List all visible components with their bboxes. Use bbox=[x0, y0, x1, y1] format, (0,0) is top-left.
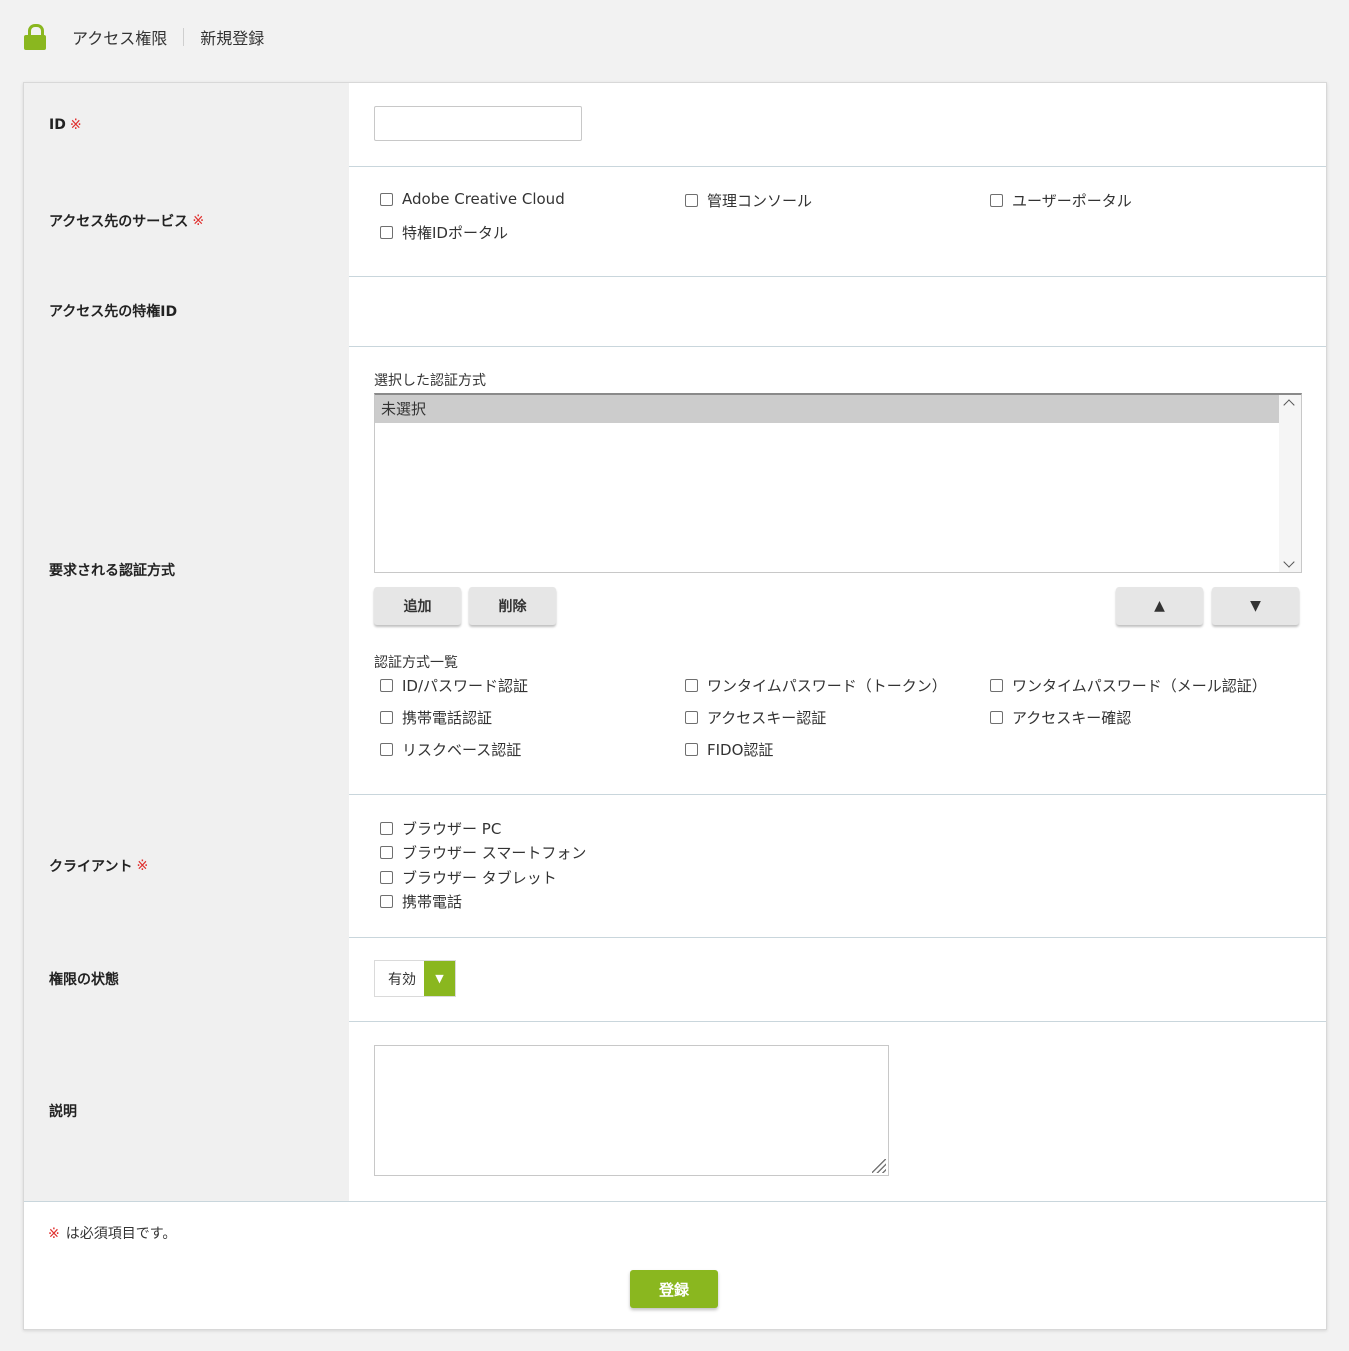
required-note: ※ は必須項目です。 bbox=[48, 1223, 176, 1243]
list-item[interactable]: 未選択 bbox=[375, 395, 1279, 423]
auth-checkbox-access-key-confirm[interactable]: アクセスキー確認 bbox=[990, 707, 1131, 728]
move-down-button[interactable]: ▼ bbox=[1212, 587, 1299, 625]
checkbox-label: ユーザーポータル bbox=[1012, 192, 1132, 210]
row-id: ID ※ bbox=[24, 83, 1326, 167]
resize-handle-icon[interactable] bbox=[872, 1159, 886, 1173]
required-mark: ※ bbox=[69, 116, 82, 133]
required-mark: ※ bbox=[192, 213, 205, 229]
service-checkbox-privileged-portal[interactable]: 特権IDポータル bbox=[380, 222, 508, 243]
checkbox[interactable] bbox=[685, 679, 698, 692]
auth-checkbox-id-password[interactable]: ID/パスワード認証 bbox=[380, 675, 528, 696]
row-description: 説明 bbox=[24, 1021, 1326, 1202]
checkbox-label: 管理コンソール bbox=[707, 192, 813, 210]
checkbox-label: FIDO認証 bbox=[707, 741, 774, 759]
services-label: アクセス先のサービス bbox=[49, 214, 189, 230]
checkbox[interactable] bbox=[380, 711, 393, 724]
auth-label: 要求される認証方式 bbox=[49, 563, 175, 579]
checkbox[interactable] bbox=[990, 711, 1003, 724]
auth-checkbox-risk-based[interactable]: リスクベース認証 bbox=[380, 739, 521, 760]
move-up-button[interactable]: ▲ bbox=[1116, 587, 1203, 625]
checkbox[interactable] bbox=[380, 743, 393, 756]
required-mark: ※ bbox=[136, 857, 149, 874]
required-mark: ※ bbox=[48, 1226, 60, 1242]
checkbox-label: ブラウザー スマートフォン bbox=[402, 844, 587, 862]
row-label: ID ※ bbox=[24, 83, 349, 166]
registration-form: ID ※ アクセス先のサービス ※ Adobe Creative Cloud 管… bbox=[23, 82, 1327, 1330]
status-select[interactable]: 有効 ▼ bbox=[374, 960, 456, 997]
status-label: 権限の状態 bbox=[49, 972, 119, 988]
checkbox-label: 携帯電話 bbox=[402, 893, 463, 911]
checkbox-label: ブラウザー PC bbox=[402, 820, 502, 838]
lock-icon bbox=[24, 24, 46, 50]
auth-list-label: 認証方式一覧 bbox=[374, 655, 458, 671]
add-button[interactable]: 追加 bbox=[374, 587, 461, 625]
scrollbar[interactable] bbox=[1279, 395, 1301, 572]
checkbox[interactable] bbox=[380, 822, 393, 835]
breadcrumb-access-rights[interactable]: アクセス権限 bbox=[72, 25, 167, 49]
checkbox[interactable] bbox=[685, 743, 698, 756]
row-label: 要求される認証方式 bbox=[24, 346, 349, 794]
row-services: アクセス先のサービス ※ Adobe Creative Cloud 管理コンソー… bbox=[24, 166, 1326, 277]
row-label: クライアント ※ bbox=[24, 794, 349, 937]
client-checkbox-mobile[interactable]: 携帯電話 bbox=[380, 891, 462, 912]
row-label: 説明 bbox=[24, 1021, 349, 1201]
row-status: 権限の状態 有効 ▼ bbox=[24, 937, 1326, 1022]
checkbox[interactable] bbox=[685, 194, 698, 207]
auth-checkbox-access-key[interactable]: アクセスキー認証 bbox=[685, 707, 826, 728]
checkbox[interactable] bbox=[380, 846, 393, 859]
triangle-down-icon[interactable]: ▼ bbox=[424, 961, 455, 996]
checkbox[interactable] bbox=[380, 679, 393, 692]
service-checkbox-admin-console[interactable]: 管理コンソール bbox=[685, 190, 812, 211]
required-note-text: は必須項目です。 bbox=[65, 1226, 177, 1242]
client-checkbox-pc[interactable]: ブラウザー PC bbox=[380, 818, 501, 839]
selected-auth-listbox[interactable]: 未選択 bbox=[374, 393, 1302, 573]
selected-auth-label: 選択した認証方式 bbox=[374, 373, 486, 389]
checkbox-label: 携帯電話認証 bbox=[402, 709, 493, 727]
checkbox-label: ワンタイムパスワード（メール認証） bbox=[1012, 677, 1267, 695]
delete-button[interactable]: 削除 bbox=[469, 587, 556, 625]
checkbox[interactable] bbox=[380, 895, 393, 908]
row-auth-methods: 要求される認証方式 選択した認証方式 未選択 追加 削除 ▲ ▼ 認証方式一覧 … bbox=[24, 346, 1326, 795]
auth-checkbox-mobile[interactable]: 携帯電話認証 bbox=[380, 707, 492, 728]
checkbox-label: ID/パスワード認証 bbox=[402, 677, 529, 695]
client-label: クライアント bbox=[49, 858, 133, 875]
checkbox[interactable] bbox=[990, 679, 1003, 692]
checkbox-label: ブラウザー タブレット bbox=[402, 869, 557, 887]
chevron-up-icon[interactable] bbox=[1283, 399, 1295, 411]
checkbox[interactable] bbox=[380, 192, 393, 206]
chevron-down-icon[interactable] bbox=[1283, 556, 1295, 568]
description-label: 説明 bbox=[49, 1104, 77, 1120]
checkbox[interactable] bbox=[380, 871, 393, 884]
status-select-value: 有効 bbox=[388, 971, 416, 988]
description-textarea[interactable] bbox=[374, 1045, 889, 1176]
checkbox[interactable] bbox=[990, 194, 1003, 207]
auth-checkbox-otp-token[interactable]: ワンタイムパスワード（トークン） bbox=[685, 675, 947, 696]
checkbox-label: リスクベース認証 bbox=[402, 741, 522, 759]
breadcrumb-separator bbox=[183, 28, 185, 46]
service-checkbox-adobe[interactable]: Adobe Creative Cloud bbox=[380, 190, 565, 208]
row-privileged-id: アクセス先の特権ID bbox=[24, 276, 1326, 347]
client-checkbox-smartphone[interactable]: ブラウザー スマートフォン bbox=[380, 842, 586, 863]
row-label: アクセス先の特権ID bbox=[24, 276, 349, 346]
checkbox[interactable] bbox=[685, 711, 698, 724]
row-client: クライアント ※ ブラウザー PC ブラウザー スマートフォン ブラウザー タブ… bbox=[24, 794, 1326, 938]
checkbox-label: Adobe Creative Cloud bbox=[402, 190, 565, 208]
auth-checkbox-otp-mail[interactable]: ワンタイムパスワード（メール認証） bbox=[990, 675, 1267, 696]
checkbox[interactable] bbox=[380, 226, 393, 239]
id-input[interactable] bbox=[374, 106, 582, 141]
id-label: ID bbox=[49, 116, 66, 133]
auth-checkbox-fido[interactable]: FIDO認証 bbox=[685, 739, 773, 760]
row-label: アクセス先のサービス ※ bbox=[24, 166, 349, 276]
checkbox-label: アクセスキー認証 bbox=[707, 709, 827, 727]
client-checkbox-tablet[interactable]: ブラウザー タブレット bbox=[380, 867, 557, 888]
register-button[interactable]: 登録 bbox=[630, 1270, 718, 1308]
row-label: 権限の状態 bbox=[24, 937, 349, 1021]
checkbox-label: 特権IDポータル bbox=[402, 224, 508, 242]
breadcrumb-new-registration: 新規登録 bbox=[200, 29, 265, 48]
checkbox-label: アクセスキー確認 bbox=[1012, 709, 1132, 727]
page-header: アクセス権限 新規登録 bbox=[24, 22, 264, 52]
service-checkbox-user-portal[interactable]: ユーザーポータル bbox=[990, 190, 1132, 211]
privileged-id-label: アクセス先の特権ID bbox=[49, 304, 178, 320]
checkbox-label: ワンタイムパスワード（トークン） bbox=[707, 677, 947, 695]
